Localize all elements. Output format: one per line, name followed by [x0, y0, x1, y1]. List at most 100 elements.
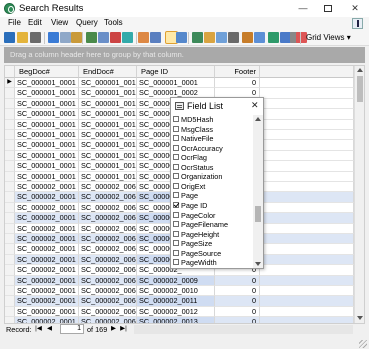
- enddoc-cell[interactable]: SC_000002_0063: [79, 265, 137, 276]
- search-icon[interactable]: [150, 32, 161, 43]
- begdoc-cell[interactable]: SC_000001_0001: [15, 88, 79, 99]
- tag-icon[interactable]: [192, 32, 203, 43]
- field-checkbox[interactable]: [173, 192, 179, 199]
- enddoc-cell[interactable]: SC_000001_0010: [79, 140, 137, 151]
- page-id-cell[interactable]: SC_000002_0013: [137, 317, 215, 323]
- cut-icon[interactable]: [48, 32, 59, 43]
- image-icon[interactable]: [216, 32, 227, 43]
- table-icon[interactable]: [98, 32, 109, 43]
- field-checkbox[interactable]: [173, 240, 179, 247]
- row-selector[interactable]: [5, 182, 15, 193]
- menu-query[interactable]: Query: [76, 18, 98, 27]
- enddoc-cell[interactable]: SC_000002_0063: [79, 213, 137, 224]
- row-selector[interactable]: [5, 265, 15, 276]
- report-icon[interactable]: [110, 32, 121, 43]
- enddoc-cell[interactable]: SC_000002_0063: [79, 234, 137, 245]
- enddoc-cell[interactable]: SC_000002_0063: [79, 275, 137, 286]
- paste-icon[interactable]: [71, 32, 82, 43]
- row-selector[interactable]: [5, 244, 15, 255]
- first-record-button[interactable]: |◀: [34, 325, 43, 333]
- column-header-enddoc[interactable]: EndDoc#: [79, 66, 137, 78]
- field-list-close-button[interactable]: ✕: [251, 100, 259, 111]
- begdoc-cell[interactable]: SC_000002_0001: [15, 296, 79, 307]
- list-icon[interactable]: [176, 32, 187, 43]
- begdoc-cell[interactable]: SC_000001_0001: [15, 119, 79, 130]
- table-row[interactable]: SC_000002_0001 SC_000002_0063 SC_000002_00…: [5, 286, 354, 297]
- filter-icon[interactable]: [138, 32, 149, 43]
- begdoc-cell[interactable]: SC_000001_0001: [15, 78, 79, 89]
- enddoc-cell[interactable]: SC_000001_0010: [79, 98, 137, 110]
- row-selector[interactable]: [5, 119, 15, 130]
- page-id-cell[interactable]: SC_000002_0012: [137, 306, 215, 318]
- enddoc-cell[interactable]: SC_000002_0063: [79, 244, 137, 255]
- current-row-indicator[interactable]: ▶: [5, 78, 15, 89]
- row-selector[interactable]: [5, 130, 15, 141]
- begdoc-cell[interactable]: SC_000001_0001: [15, 98, 79, 110]
- row-selector[interactable]: [5, 150, 15, 162]
- maximize-button[interactable]: [315, 0, 341, 17]
- enddoc-cell[interactable]: SC_000002_0063: [79, 254, 137, 266]
- field-list-scrollbar[interactable]: [253, 115, 263, 268]
- last-record-button[interactable]: ▶|: [119, 325, 128, 333]
- footer-cell[interactable]: 0: [215, 78, 260, 89]
- row-selector[interactable]: [5, 98, 15, 110]
- enddoc-cell[interactable]: SC_000002_0063: [79, 202, 137, 214]
- row-selector[interactable]: [5, 254, 15, 266]
- enddoc-cell[interactable]: SC_000001_0010: [79, 150, 137, 162]
- row-selector[interactable]: [5, 275, 15, 286]
- row-selector[interactable]: [5, 286, 15, 297]
- column-header-page-id[interactable]: Page ID: [137, 66, 215, 78]
- vertical-scrollbar[interactable]: [354, 66, 364, 323]
- footer-cell[interactable]: 0: [215, 286, 260, 297]
- next-record-button[interactable]: ▶: [109, 325, 118, 333]
- table-row[interactable]: SC_000002_0001 SC_000002_0063 SC_000002_00…: [5, 317, 354, 323]
- field-checkbox[interactable]: [173, 116, 179, 123]
- field-list-item[interactable]: PageWidth: [173, 258, 217, 268]
- begdoc-cell[interactable]: SC_000001_0001: [15, 140, 79, 151]
- enddoc-cell[interactable]: SC_000002_0063: [79, 182, 137, 193]
- begdoc-cell[interactable]: SC_000002_0001: [15, 213, 79, 224]
- row-selector[interactable]: [5, 317, 15, 323]
- group-by-panel[interactable]: Drag a column header here to group by th…: [4, 47, 365, 63]
- horizontal-scrollbar[interactable]: [134, 325, 353, 334]
- footer-cell[interactable]: 0: [215, 296, 260, 307]
- enddoc-cell[interactable]: SC_000002_0063: [79, 223, 137, 234]
- field-checkbox[interactable]: [173, 259, 179, 266]
- field-checkbox[interactable]: [173, 135, 179, 142]
- field-checkbox[interactable]: [173, 221, 179, 228]
- footer-cell[interactable]: 0: [215, 306, 260, 318]
- previous-record-button[interactable]: ◀: [45, 325, 54, 333]
- begdoc-cell[interactable]: SC_000002_0001: [15, 317, 79, 323]
- begdoc-cell[interactable]: SC_000001_0001: [15, 161, 79, 172]
- page-id-cell[interactable]: SC_000002_0010: [137, 286, 215, 297]
- begdoc-cell[interactable]: SC_000002_0001: [15, 223, 79, 234]
- begdoc-cell[interactable]: SC_000001_0001: [15, 109, 79, 120]
- row-selector[interactable]: [5, 213, 15, 224]
- row-selector[interactable]: [5, 296, 15, 307]
- scroll-up-icon[interactable]: [357, 68, 363, 72]
- begdoc-cell[interactable]: SC_000002_0001: [15, 286, 79, 297]
- row-selector[interactable]: [5, 88, 15, 99]
- row-selector[interactable]: [5, 161, 15, 172]
- minimize-button[interactable]: —: [290, 0, 316, 17]
- enddoc-cell[interactable]: SC_000001_0010: [79, 109, 137, 120]
- begdoc-cell[interactable]: SC_000001_0001: [15, 130, 79, 141]
- begdoc-cell[interactable]: SC_000002_0001: [15, 182, 79, 193]
- row-selector[interactable]: [5, 109, 15, 120]
- enddoc-cell[interactable]: SC_000001_0010: [79, 161, 137, 172]
- row-selector[interactable]: [5, 202, 15, 214]
- copy-icon[interactable]: [60, 32, 71, 43]
- close-button[interactable]: ✕: [342, 0, 368, 17]
- field-checkbox[interactable]: [173, 154, 179, 161]
- enddoc-cell[interactable]: SC_000001_0010: [79, 88, 137, 99]
- row-selector[interactable]: [5, 234, 15, 245]
- field-checkbox[interactable]: [173, 144, 179, 151]
- record-number-input[interactable]: 1: [60, 324, 84, 334]
- begdoc-cell[interactable]: SC_000001_0001: [15, 150, 79, 162]
- begdoc-cell[interactable]: SC_000002_0001: [15, 265, 79, 276]
- grid-icon[interactable]: [86, 32, 97, 43]
- field-checkbox[interactable]: [173, 202, 179, 209]
- enddoc-cell[interactable]: SC_000002_0063: [79, 296, 137, 307]
- menu-view[interactable]: View: [51, 18, 68, 27]
- begdoc-cell[interactable]: SC_000001_0001: [15, 171, 79, 182]
